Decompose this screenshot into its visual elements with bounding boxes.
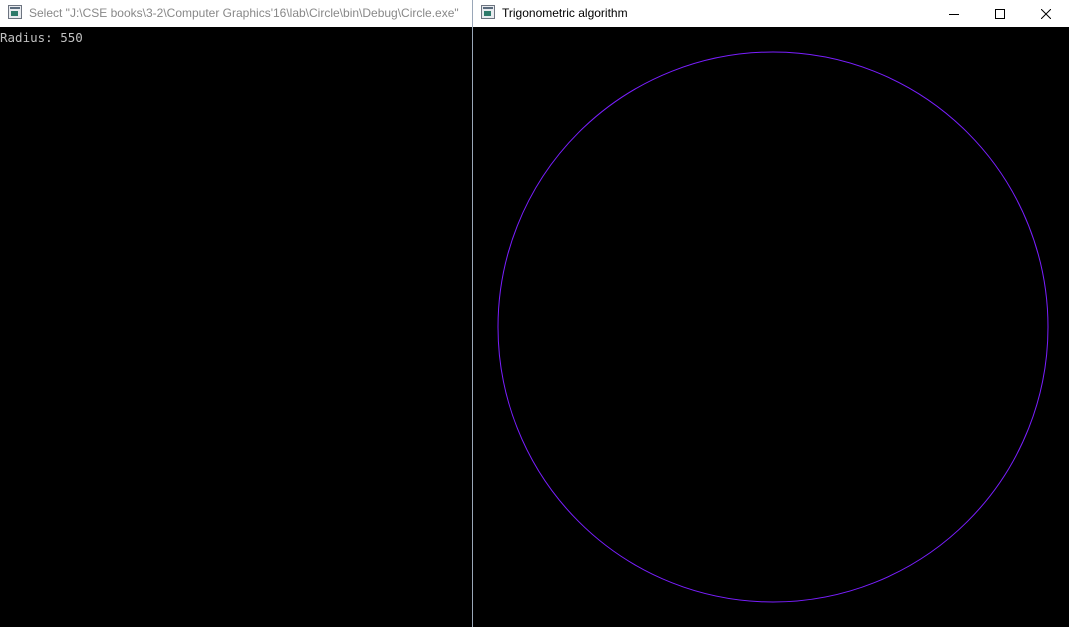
minimize-button[interactable] [931, 0, 977, 27]
maximize-icon [995, 8, 1005, 19]
caption-buttons [931, 0, 1069, 27]
graphics-titlebar[interactable]: Trigonometric algorithm [473, 0, 1069, 27]
drawn-circle [497, 51, 1049, 603]
maximize-button[interactable] [977, 0, 1023, 27]
graphics-window[interactable]: Trigonometric algorithm [473, 0, 1069, 627]
minimize-icon [949, 13, 959, 15]
console-titlebar[interactable]: Select "J:\CSE books\3-2\Computer Graphi… [0, 0, 472, 27]
close-button[interactable] [1023, 0, 1069, 27]
close-icon [1041, 8, 1051, 19]
graphics-window-title: Trigonometric algorithm [502, 6, 628, 20]
console-window-title: Select "J:\CSE books\3-2\Computer Graphi… [29, 6, 459, 20]
console-output-area[interactable]: Radius: 550 [0, 28, 472, 627]
console-window[interactable]: Select "J:\CSE books\3-2\Computer Graphi… [0, 0, 473, 627]
console-output-line: Radius: 550 [0, 30, 83, 45]
drawing-surface [497, 51, 1049, 603]
graphics-canvas[interactable] [473, 28, 1069, 627]
console-app-icon [8, 5, 22, 19]
graphics-app-icon [481, 5, 495, 19]
